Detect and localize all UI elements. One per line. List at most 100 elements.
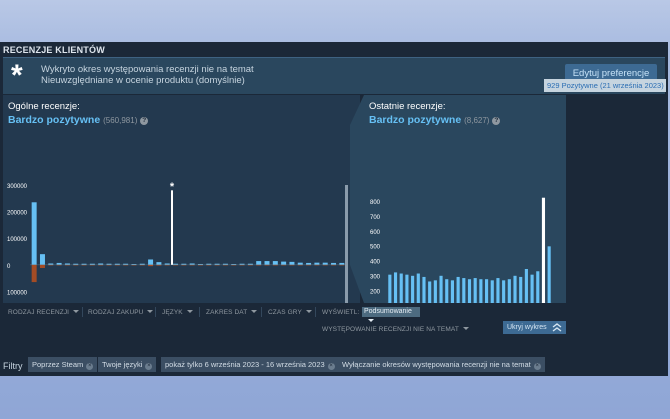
negative-bar xyxy=(239,264,245,266)
positive-bar xyxy=(445,279,449,303)
negative-bar xyxy=(31,264,37,283)
positive-bar xyxy=(306,262,312,265)
filter-bar: RODZAJ RECENZJI RODZAJ ZAKUPU JĘZYK ZAKR… xyxy=(0,301,566,343)
y-tick-label: 100000 xyxy=(7,237,28,243)
negative-bar xyxy=(98,264,104,266)
positive-bar xyxy=(73,263,79,265)
y-tick-label: 500 xyxy=(370,245,381,251)
y-tick-label: 600 xyxy=(370,230,381,236)
negative-bar xyxy=(148,264,154,267)
chevron-down-icon xyxy=(73,310,80,313)
positive-bar xyxy=(411,275,415,303)
positive-bar xyxy=(479,279,483,303)
hide-chart-button[interactable]: Ukryj wykres xyxy=(503,321,566,334)
chart-scrollbar xyxy=(345,185,348,303)
positive-bar xyxy=(148,259,154,265)
positive-bar xyxy=(281,261,287,265)
negative-bar xyxy=(189,264,195,266)
negative-bar xyxy=(197,264,203,266)
chevron-down-icon xyxy=(186,310,193,313)
filter-chip[interactable]: Twoje języki × xyxy=(98,357,157,372)
active-filters-bar: Filtry Poprzez Steam × Twoje języki × poka… xyxy=(0,354,668,376)
negative-bar xyxy=(331,264,337,266)
negative-bar xyxy=(131,264,137,266)
filter-chip[interactable]: Wyłączanie okresów występowania recenzji… xyxy=(338,357,545,372)
negative-bar xyxy=(181,264,187,266)
positive-bar xyxy=(64,263,70,265)
positive-bar xyxy=(214,263,220,265)
y-tick-label: 0 xyxy=(7,264,11,270)
negative-bar xyxy=(123,264,129,266)
chevron-down-icon xyxy=(462,327,469,330)
positive-bar xyxy=(450,280,454,303)
positive-bar xyxy=(206,263,212,265)
filter-chip[interactable]: pokaż tylko 6 września 2023 - 16 wrześni… xyxy=(161,357,339,372)
negative-bar xyxy=(139,264,145,266)
negative-bar xyxy=(339,264,345,266)
divider xyxy=(261,307,262,317)
positive-bar xyxy=(222,263,228,265)
display-select[interactable]: Podsumowanie xyxy=(362,307,420,322)
negative-bar xyxy=(289,264,295,266)
positive-bar xyxy=(123,263,129,265)
negative-bar xyxy=(89,264,95,266)
positive-bar xyxy=(139,263,145,265)
positive-bar xyxy=(56,262,62,265)
positive-bar xyxy=(541,197,546,303)
close-icon[interactable]: × xyxy=(327,363,335,370)
notice-text: Wykryto okres występowania recenzji nie … xyxy=(41,64,254,86)
positive-bar xyxy=(456,276,460,303)
positive-bar xyxy=(331,262,337,265)
bar-tooltip: 929 Pozytywne (21 września 2023) xyxy=(544,79,666,92)
review-type-dropdown[interactable]: RODZAJ RECENZJI xyxy=(8,309,80,316)
recent-reviews-panel: Ostatnie recenzje: Bardzo pozytywne (8,6… xyxy=(364,95,566,303)
positive-bar xyxy=(173,263,179,265)
playtime-dropdown[interactable]: CZAS GRY xyxy=(268,309,312,316)
positive-bar xyxy=(536,271,540,303)
recent-histogram[interactable]: 8007006005004003002001000Aug 24Sep 01Sep… xyxy=(364,95,566,303)
negative-bar xyxy=(314,264,320,266)
y-tick-label: 300000 xyxy=(7,184,28,190)
negative-bar xyxy=(56,264,62,266)
overall-reviews-panel: Ogólne recenzje: Bardzo pozytywne (560,9… xyxy=(3,95,360,303)
negative-bar xyxy=(64,264,70,266)
close-icon[interactable]: × xyxy=(86,363,94,370)
overall-histogram[interactable]: 3000002000001000000100000200000Jan 2021J… xyxy=(3,95,360,303)
positive-bar xyxy=(264,261,270,265)
double-chevron-up-icon xyxy=(552,323,562,332)
negative-bar xyxy=(48,264,54,266)
positive-bar xyxy=(502,280,506,303)
positive-bar xyxy=(297,262,303,265)
off-topic-dropdown[interactable]: WYSTĘPOWANIE RECENZJI NIE NA TEMAT xyxy=(322,326,469,333)
filters-label: Filtry xyxy=(3,361,23,371)
language-dropdown[interactable]: JĘZYK xyxy=(162,309,193,316)
positive-bar xyxy=(89,263,95,265)
positive-bar xyxy=(289,261,295,265)
close-icon[interactable]: × xyxy=(145,363,153,370)
positive-bar xyxy=(231,264,237,265)
negative-bar xyxy=(164,264,170,266)
chevron-down-icon xyxy=(305,310,312,313)
positive-bar xyxy=(272,261,278,265)
positive-bar xyxy=(496,278,500,303)
zoom-bracket xyxy=(350,95,364,303)
asterisk-icon: * xyxy=(11,59,23,92)
purchase-type-dropdown[interactable]: RODZAJ ZAKUPU xyxy=(88,309,154,316)
filter-chip[interactable]: Poprzez Steam × xyxy=(28,357,98,372)
display-label: WYŚWIETL: xyxy=(322,309,360,316)
positive-bar xyxy=(164,263,170,265)
chevron-down-icon xyxy=(368,319,374,322)
notice-line-2: Nieuwzględniane w ocenie produktu (domyś… xyxy=(41,75,245,86)
close-icon[interactable]: × xyxy=(533,363,541,370)
positive-bar xyxy=(48,263,54,265)
negative-bar xyxy=(156,264,162,266)
positive-bar xyxy=(189,263,195,265)
y-tick-label: 200000 xyxy=(7,211,28,217)
notice-line-1: Wykryto okres występowania recenzji nie … xyxy=(41,64,254,75)
y-tick-label: 400 xyxy=(370,260,381,266)
positive-bar xyxy=(399,273,403,303)
positive-bar xyxy=(490,280,494,303)
date-range-dropdown[interactable]: ZAKRES DAT xyxy=(206,309,258,316)
positive-bar xyxy=(416,273,420,303)
customer-reviews-panel: RECENZJE KLIENTÓW * Wykryto okres występ… xyxy=(0,42,668,376)
